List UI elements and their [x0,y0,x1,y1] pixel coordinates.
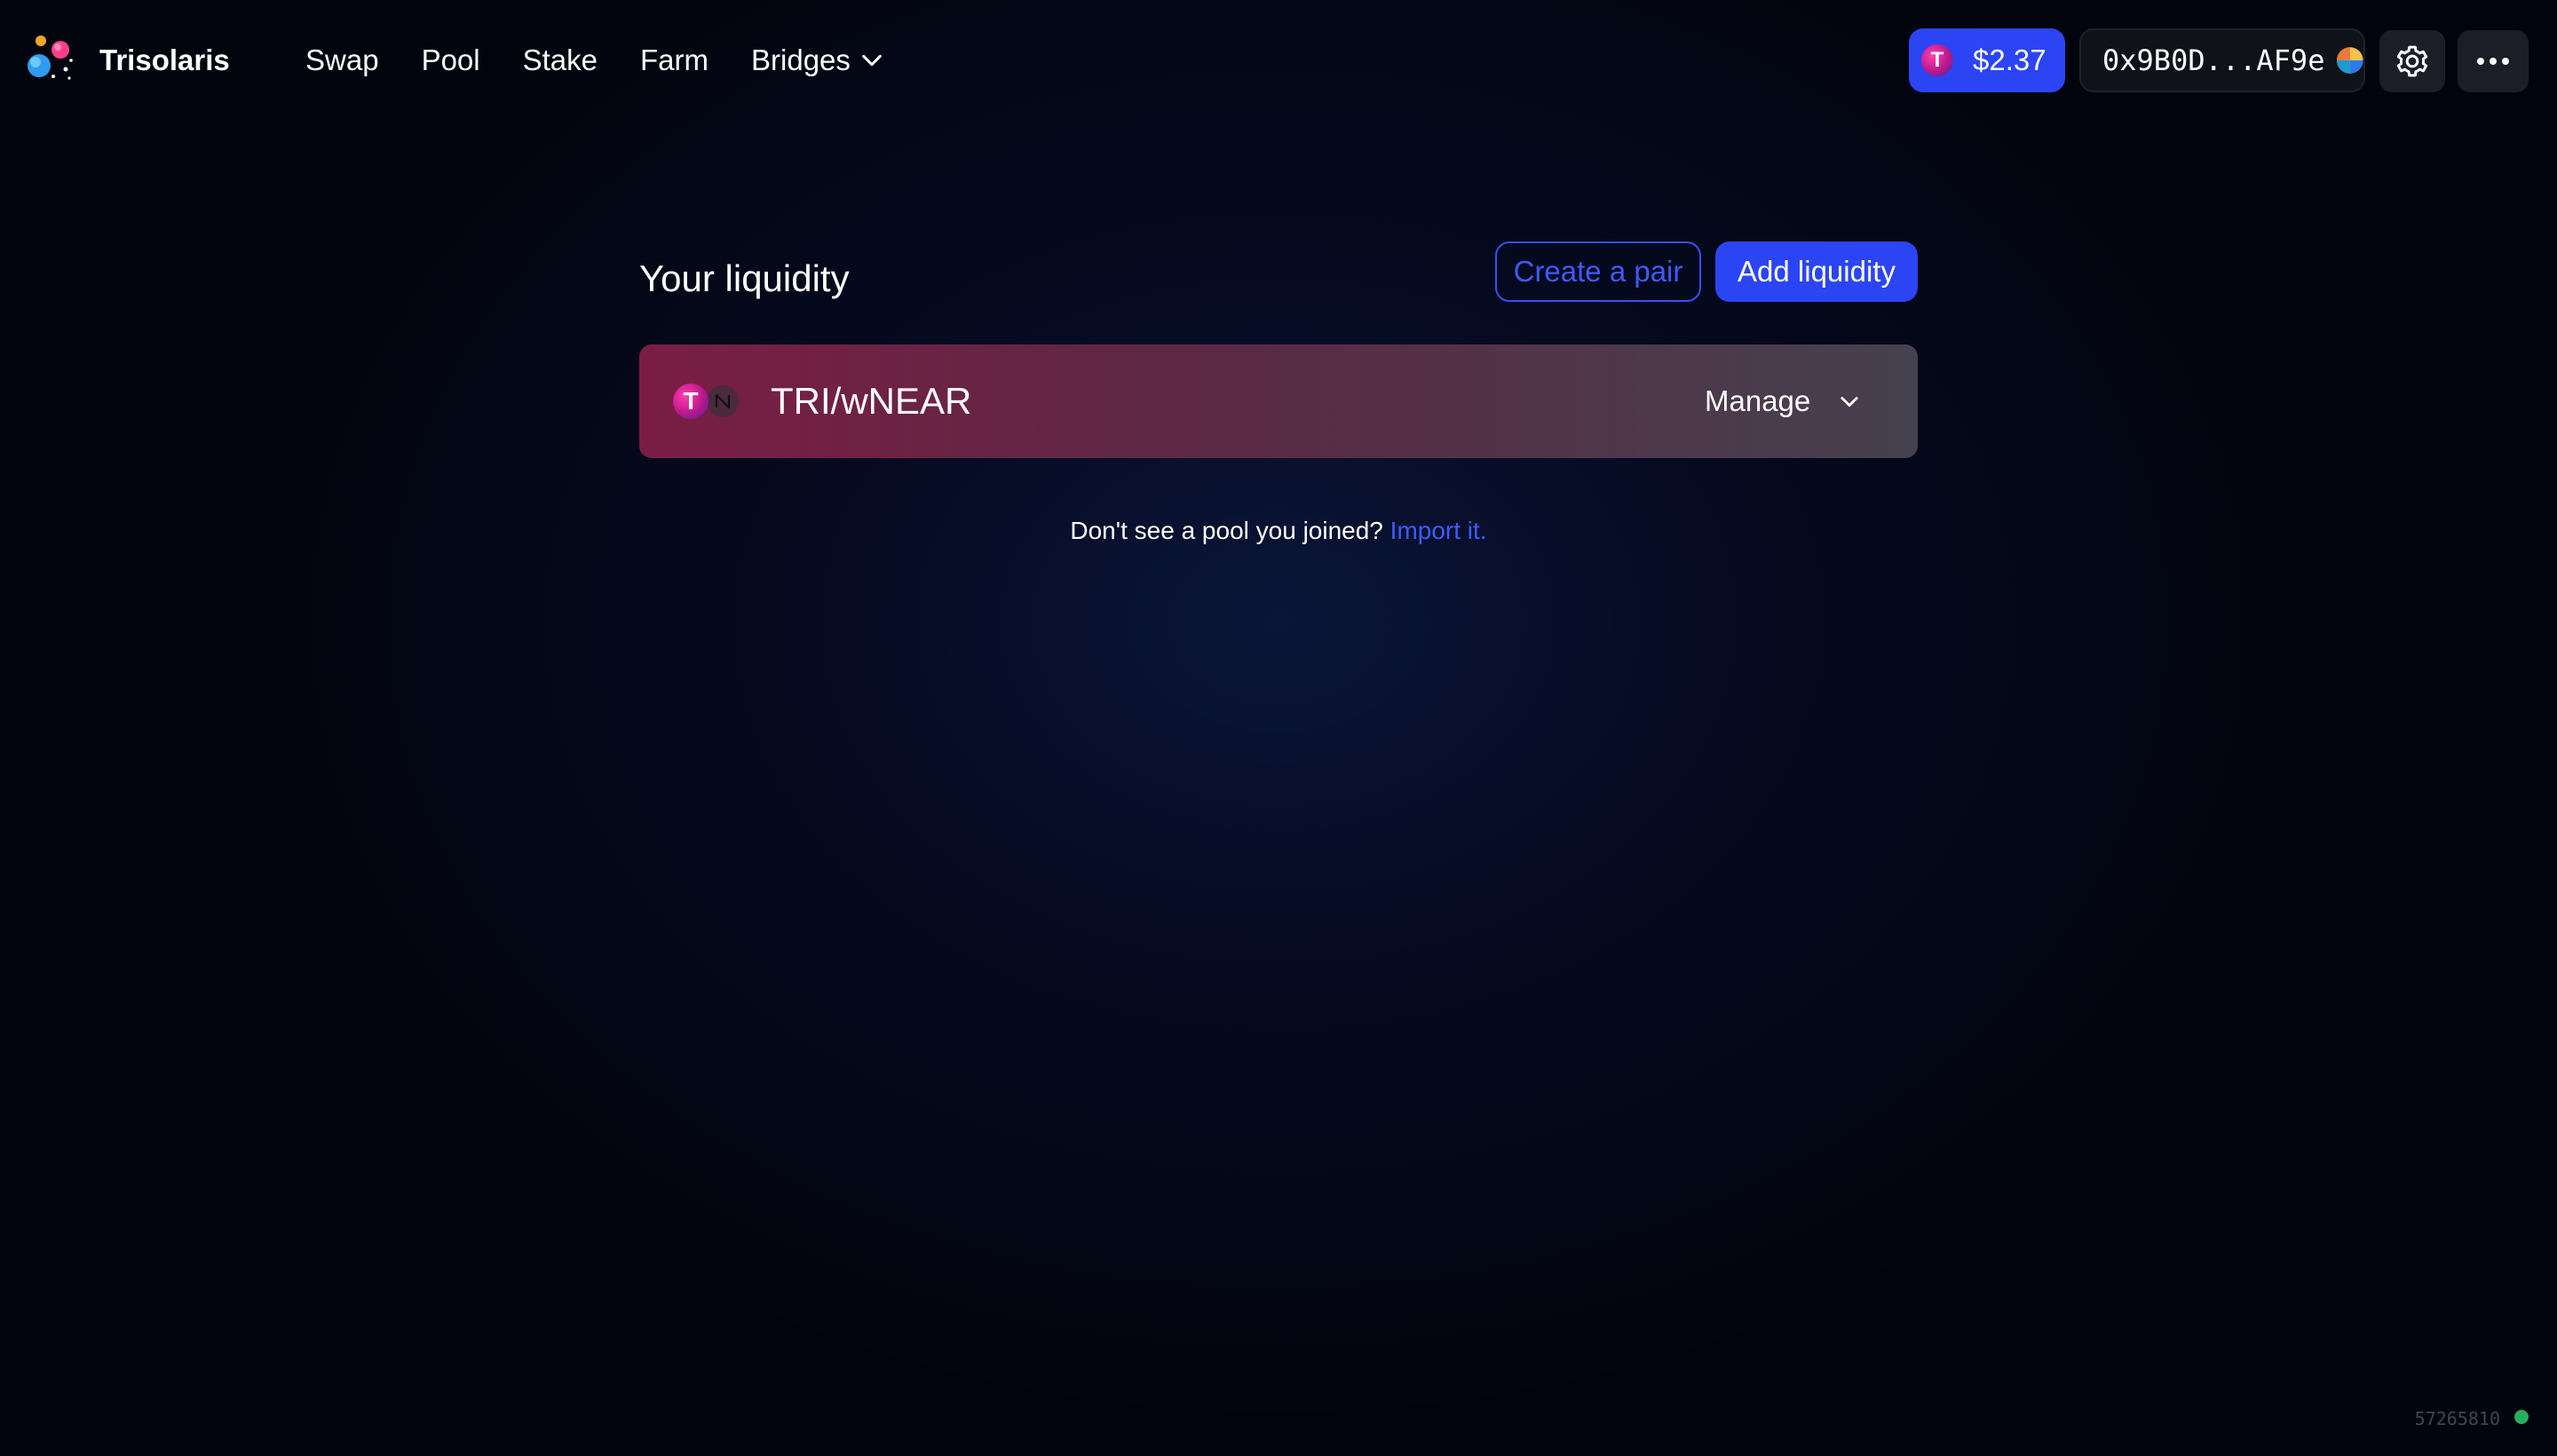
pair-token-icons: T [673,384,748,419]
import-prompt-text: Don't see a pool you joined? [1070,517,1383,544]
nav-farm-label: Farm [640,44,709,76]
nav-stake-label: Stake [522,44,598,76]
tri-price: $2.37 [1973,44,2046,76]
nav-bridges-dropdown[interactable]: Bridges [751,41,884,80]
nav-bridges-label: Bridges [751,44,851,76]
import-pool-prompt: Don't see a pool you joined? Import it. [0,513,2557,549]
tri-price-button[interactable]: T $2.37 [1909,28,2065,92]
pool-pair-name: TRI/wNEAR [771,380,972,422]
manage-pool-button[interactable]: Manage [1705,376,1862,426]
settings-button[interactable] [2379,30,2445,92]
tri-token-icon: T [673,384,709,419]
gear-icon [2396,45,2428,77]
wallet-identicon-icon [2337,47,2363,74]
near-logo-icon [715,393,731,409]
block-number: 57265810 [2414,1408,2500,1429]
nav-pool-label: Pool [421,44,480,76]
nav-stake[interactable]: Stake [523,41,598,80]
manage-label: Manage [1705,384,1811,417]
top-nav-bar: Trisolaris Swap Pool Stake Farm Bridges … [0,0,2557,121]
nav-swap[interactable]: Swap [305,41,379,80]
ellipsis-icon [2477,58,2509,65]
add-liquidity-button[interactable]: Add liquidity [1715,241,1918,302]
wallet-account-button[interactable]: 0x9B0D...AF9e [2079,28,2365,92]
page-title: Your liquidity [639,257,850,299]
chevron-down-icon [1841,397,1858,408]
more-options-button[interactable] [2458,30,2529,92]
tri-token-letter: T [683,387,699,415]
trisolaris-logo-icon[interactable] [27,34,76,83]
nav-swap-label: Swap [305,44,379,76]
wallet-address: 0x9B0D...AF9e [2102,44,2325,77]
tri-token-icon: T [1921,44,1953,76]
network-status-icon [2514,1410,2529,1424]
chevron-down-icon [862,54,882,67]
create-pair-button[interactable]: Create a pair [1495,241,1701,302]
brand-name[interactable]: Trisolaris [99,41,230,80]
nav-farm[interactable]: Farm [640,41,709,80]
pool-position-card[interactable]: T TRI/wNEAR Manage [639,344,1918,458]
nav-pool[interactable]: Pool [422,41,480,80]
tri-token-letter: T [1930,48,1944,72]
main-nav: Swap Pool Stake Farm Bridges [305,41,927,80]
import-pool-link[interactable]: Import it. [1390,517,1487,544]
wnear-token-icon [707,385,739,417]
